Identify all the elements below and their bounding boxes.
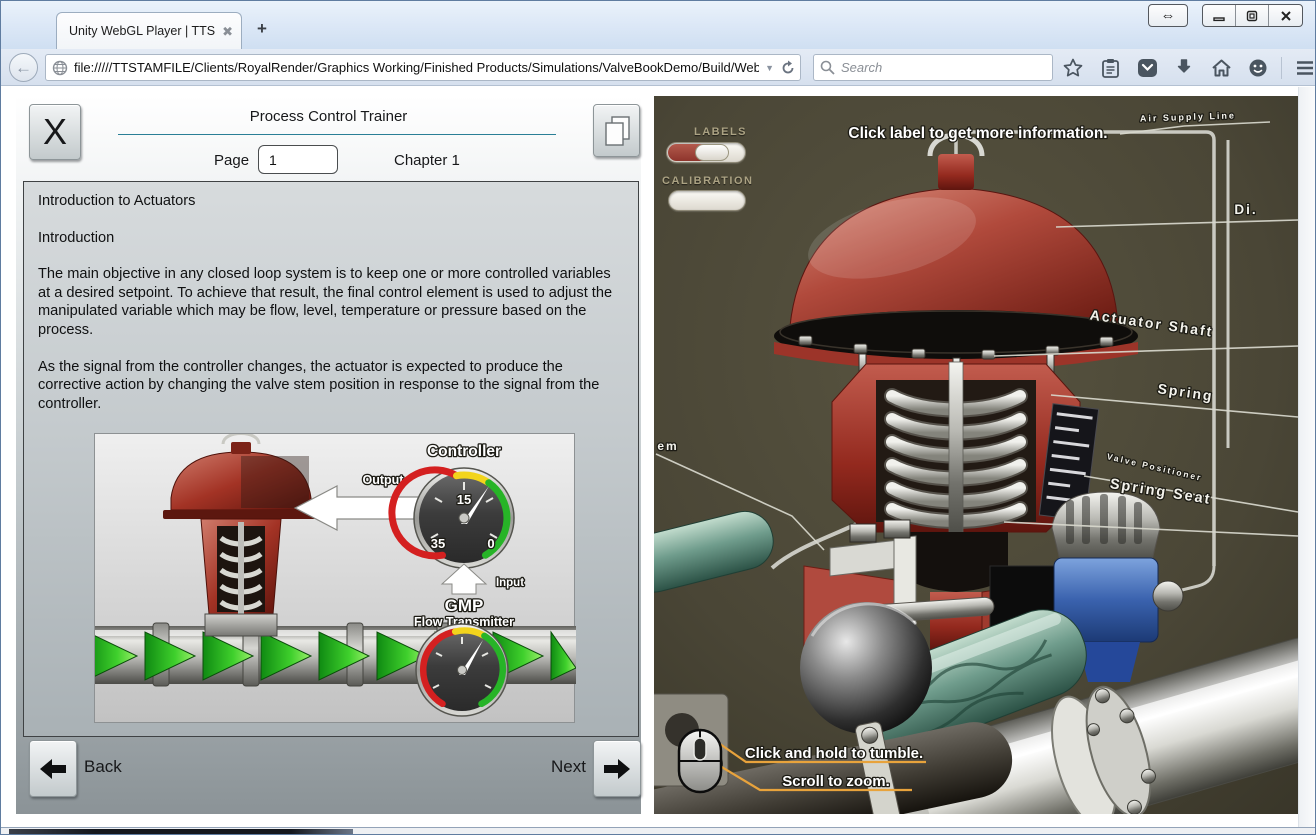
3d-viewport[interactable]: Air Supply Line Di. Actuator Shaft Sprin… [654,96,1298,814]
window-bottom-edge [1,827,1315,834]
home-icon [1211,58,1232,78]
home-button[interactable] [1207,54,1235,82]
window-maximize-button[interactable] [1236,5,1269,26]
bookmark-star-button[interactable] [1059,54,1087,82]
page-number-input[interactable] [258,145,338,174]
gauge-value-left: 35 [431,536,445,551]
3d-scene: Air Supply Line Di. Actuator Shaft Sprin… [654,96,1298,814]
mouse-hint-zoom: Scroll to zoom. [782,773,890,790]
toolbar-separator [1281,57,1282,79]
tab-title: Unity WebGL Player | TTS Demo [69,24,216,38]
book-title: Process Control Trainer [16,108,641,125]
page-label: Page [214,152,249,169]
search-input[interactable] [841,60,1046,75]
pages-icon [603,115,631,147]
lesson-subheading: Introduction [38,229,624,248]
search-icon [820,60,835,75]
back-arrow-icon [38,757,68,781]
browser-window: Unity WebGL Player | TTS Demo ✖ + ⇔ ← [0,0,1316,835]
gauge-value-right: 0 [487,536,494,551]
calibration-toggle-label: CALIBRATION [662,175,753,187]
menu-button[interactable] [1291,54,1316,82]
titlebar[interactable]: Unity WebGL Player | TTS Demo ✖ + ⇔ [1,1,1315,49]
calibration-toggle[interactable] [668,190,746,211]
clipboard-icon [1101,58,1120,78]
mouse-icon [679,730,721,792]
title-divider [118,134,556,135]
feedback-button[interactable] [1244,54,1272,82]
pocket-icon [1137,58,1158,78]
smiley-icon [1248,58,1268,78]
flow-transmitter-gauge [416,624,508,716]
back-nav-button[interactable]: ← [9,53,38,82]
reload-icon[interactable] [780,60,796,76]
label-stem-partial[interactable]: em [657,439,678,453]
next-arrow-icon [602,757,632,781]
back-label: Back [84,757,122,777]
input-arrow [442,564,486,594]
next-button[interactable] [593,740,641,797]
back-button[interactable] [29,740,77,797]
labels-toggle-knob[interactable] [695,144,729,161]
new-tab-button[interactable]: + [249,18,275,40]
pocket-button[interactable] [1133,54,1161,82]
table-of-contents-button[interactable] [593,104,640,157]
controller-label: Controller [427,443,501,460]
url-bar[interactable]: file://///TTSTAMFILE/Clients/RoyalRender… [45,54,801,81]
next-label: Next [551,757,586,777]
star-icon [1063,58,1083,78]
lesson-figure: Output [94,433,575,723]
lesson-paragraph: As the signal from the controller change… [38,358,624,414]
chapter-label: Chapter 1 [394,152,460,169]
browser-tab[interactable]: Unity WebGL Player | TTS Demo ✖ [56,12,242,49]
tab-close-icon[interactable]: ✖ [222,25,233,38]
window-minimize-button[interactable] [1203,5,1236,26]
close-icon [1280,10,1292,22]
gmp-label: GMP [445,596,484,615]
download-arrow-icon [1175,58,1193,78]
input-label: Input [496,577,524,589]
nav-toolbar: ← file://///TTSTAMFILE/Clients/RoyalRend… [1,49,1315,86]
bookmarks-menu-button[interactable] [1096,54,1124,82]
figure-illustration: Output [95,434,576,724]
lesson-heading: Introduction to Actuators [38,192,624,211]
gauge-value-top: 15 [457,492,471,507]
labels-toggle-label: LABELS [694,126,747,138]
chrome-elbow-ball [800,602,932,734]
viewport-hint-text: Click label to get more information. [848,125,1107,142]
page-scrollbar[interactable] [1298,87,1315,829]
book-panel: X Process Control Trainer Page Chapter 1… [16,96,641,814]
maximize-icon [1246,10,1258,22]
page-content: X Process Control Trainer Page Chapter 1… [1,87,1315,829]
lesson-text-area: Introduction to Actuators Introduction T… [23,181,639,737]
window-close-button[interactable] [1269,5,1302,26]
downloads-button[interactable] [1170,54,1198,82]
window-resize-button[interactable]: ⇔ [1148,4,1188,27]
figure-valve-actuator [163,434,319,636]
book-footer: Back Next [16,740,641,800]
label-diaphragm-partial[interactable]: Di. [1234,202,1257,217]
labels-toggle[interactable] [666,142,746,163]
globe-icon [52,60,68,76]
lesson-paragraph: The main objective in any closed loop sy… [38,265,624,339]
minimize-icon [1213,10,1225,22]
url-text: file://///TTSTAMFILE/Clients/RoyalRender… [74,60,759,75]
mouse-hint-tumble: Click and hold to tumble. [745,745,923,762]
search-bar[interactable] [813,54,1053,81]
url-dropdown-icon[interactable]: ▼ [759,63,780,73]
desktop-strip [9,829,353,834]
output-arrow [295,486,433,530]
hamburger-icon [1295,59,1315,77]
